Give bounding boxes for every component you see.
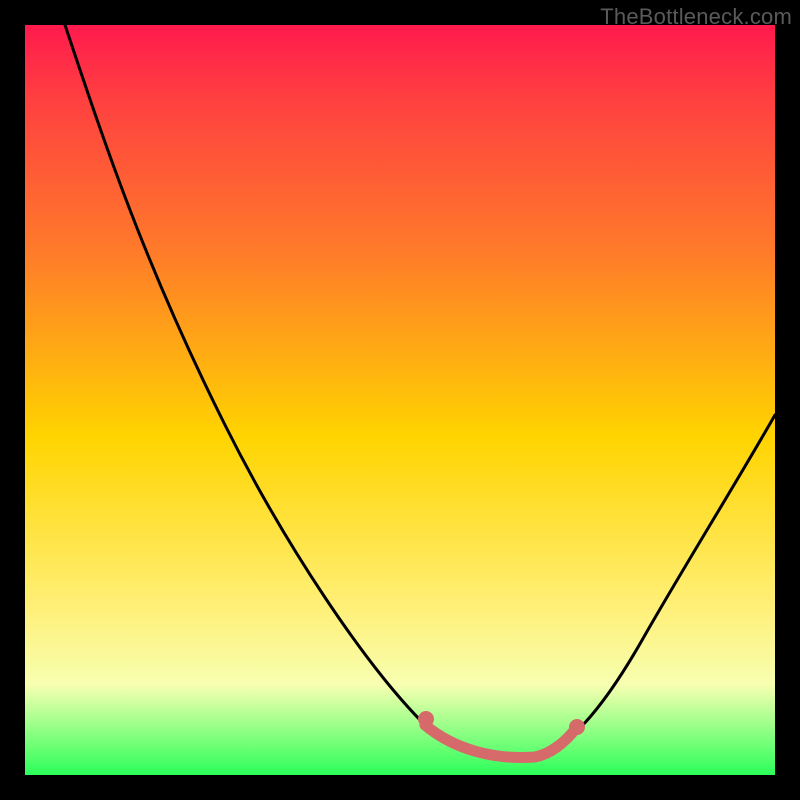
chart-frame: TheBottleneck.com — [0, 0, 800, 800]
plot-area — [25, 25, 775, 775]
highlight-trough — [425, 725, 577, 758]
bottleneck-curve — [65, 25, 775, 758]
curve-svg — [25, 25, 775, 775]
watermark-text: TheBottleneck.com — [600, 4, 792, 30]
highlight-dot-left — [418, 711, 434, 727]
highlight-dot-right — [569, 719, 585, 735]
